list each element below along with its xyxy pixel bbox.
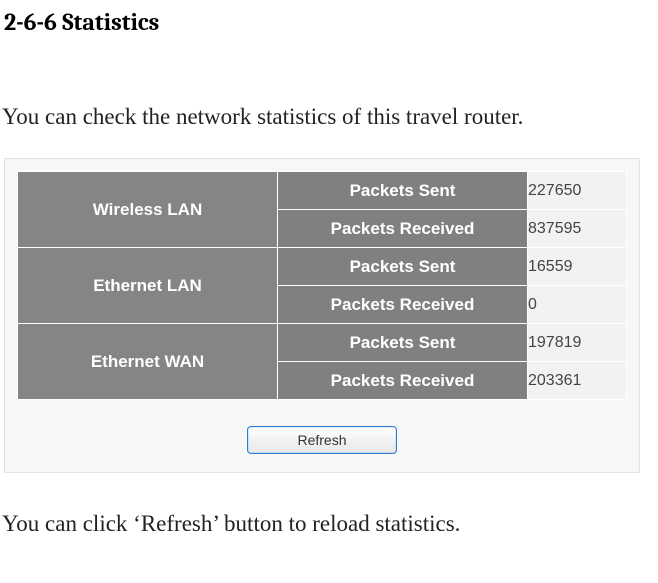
statistics-table: Wireless LAN Packets Sent 227650 Packets… bbox=[17, 171, 627, 400]
page-title: 2-6-6 Statistics bbox=[4, 8, 658, 36]
value-wireless-recv: 837595 bbox=[528, 210, 627, 248]
table-row: Ethernet WAN Packets Sent 197819 bbox=[18, 324, 627, 362]
metric-packets-received: Packets Received bbox=[278, 286, 528, 324]
intro-text: You can check the network statistics of … bbox=[2, 104, 658, 130]
interface-ethernet-wan: Ethernet WAN bbox=[18, 324, 278, 400]
interface-ethernet-lan: Ethernet LAN bbox=[18, 248, 278, 324]
metric-packets-sent: Packets Sent bbox=[278, 172, 528, 210]
metric-packets-received: Packets Received bbox=[278, 362, 528, 400]
table-row: Ethernet LAN Packets Sent 16559 bbox=[18, 248, 627, 286]
button-row: Refresh bbox=[17, 400, 627, 460]
refresh-button[interactable]: Refresh bbox=[247, 426, 397, 454]
value-ethlan-sent: 16559 bbox=[528, 248, 627, 286]
statistics-panel: Wireless LAN Packets Sent 227650 Packets… bbox=[4, 158, 640, 473]
value-wireless-sent: 227650 bbox=[528, 172, 627, 210]
metric-packets-received: Packets Received bbox=[278, 210, 528, 248]
value-ethwan-sent: 197819 bbox=[528, 324, 627, 362]
metric-packets-sent: Packets Sent bbox=[278, 324, 528, 362]
outro-text: You can click ‘Refresh’ button to reload… bbox=[2, 511, 658, 537]
metric-packets-sent: Packets Sent bbox=[278, 248, 528, 286]
table-row: Wireless LAN Packets Sent 227650 bbox=[18, 172, 627, 210]
interface-wireless-lan: Wireless LAN bbox=[18, 172, 278, 248]
value-ethwan-recv: 203361 bbox=[528, 362, 627, 400]
value-ethlan-recv: 0 bbox=[528, 286, 627, 324]
